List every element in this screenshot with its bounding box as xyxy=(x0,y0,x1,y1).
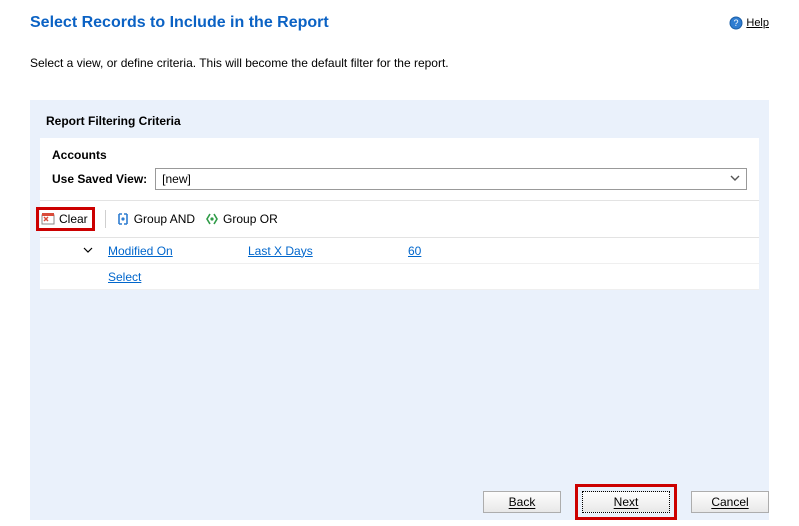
next-button[interactable]: Next xyxy=(582,491,670,513)
criteria-select-link[interactable]: Select xyxy=(108,270,759,284)
criteria-value-link[interactable]: 60 xyxy=(408,244,568,258)
criteria-expand-toggle[interactable] xyxy=(68,244,108,258)
criteria-panel: Report Filtering Criteria Accounts Use S… xyxy=(30,100,769,520)
help-icon: ? xyxy=(729,16,743,30)
use-saved-view-label: Use Saved View: xyxy=(52,172,147,186)
group-or-button[interactable]: Group OR xyxy=(205,212,278,226)
cancel-button[interactable]: Cancel xyxy=(691,491,769,513)
group-and-button[interactable]: Group AND xyxy=(116,212,195,226)
instruction-text: Select a view, or define criteria. This … xyxy=(30,56,769,70)
group-or-label: Group OR xyxy=(223,212,278,226)
page-title: Select Records to Include in the Report xyxy=(30,14,329,32)
group-and-label: Group AND xyxy=(134,212,195,226)
clear-button[interactable]: Clear xyxy=(36,207,95,231)
criteria-select-row: Select xyxy=(40,264,759,290)
clear-icon xyxy=(41,212,55,226)
help-label: Help xyxy=(746,17,769,29)
clear-label: Clear xyxy=(59,212,88,226)
back-button[interactable]: Back xyxy=(483,491,561,513)
svg-text:?: ? xyxy=(734,18,739,28)
section-header: Accounts xyxy=(40,138,759,168)
saved-view-select[interactable] xyxy=(155,168,747,190)
criteria-operator-link[interactable]: Last X Days xyxy=(248,244,408,258)
group-and-icon xyxy=(116,212,130,226)
next-highlight: Next xyxy=(575,484,677,520)
inner-panel: Accounts Use Saved View: Clear xyxy=(40,138,759,290)
footer-buttons: Back Next Cancel xyxy=(483,484,769,520)
toolbar-divider xyxy=(105,210,106,228)
panel-header: Report Filtering Criteria xyxy=(30,100,769,138)
criteria-field-link[interactable]: Modified On xyxy=(108,244,248,258)
criteria-row: Modified On Last X Days 60 xyxy=(40,238,759,264)
group-or-icon xyxy=(205,212,219,226)
help-link[interactable]: ? Help xyxy=(729,16,769,30)
